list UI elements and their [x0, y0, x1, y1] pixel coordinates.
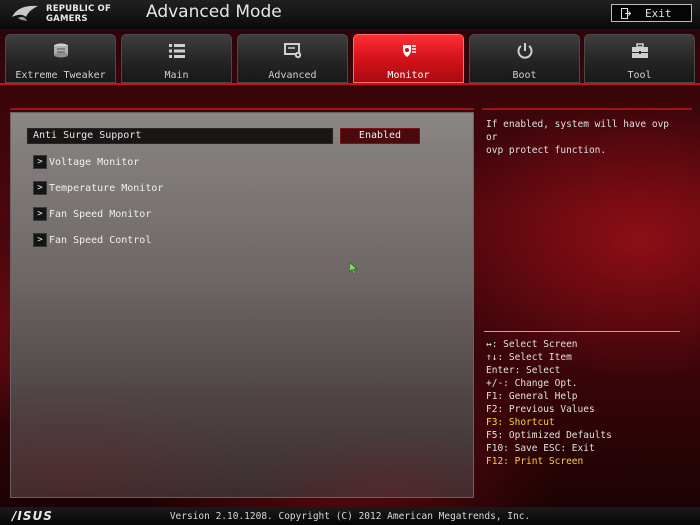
main-settings-panel [10, 112, 474, 498]
rog-brand-text: REPUBLIC OF GAMERS [46, 4, 111, 24]
exit-label: Exit [645, 6, 672, 20]
submenu-fan-speed-monitor[interactable]: > Fan Speed Monitor [33, 207, 151, 221]
monitor-gauge-icon [403, 45, 416, 57]
submenu-temperature-monitor[interactable]: > Temperature Monitor [33, 181, 163, 195]
tab-underline [0, 83, 700, 85]
tab-tool[interactable]: Tool [584, 34, 695, 83]
page-title: Advanced Mode [146, 2, 282, 22]
chevron-right-icon: > [33, 181, 47, 195]
exit-button[interactable]: Exit [611, 4, 692, 22]
help-line: ovp protect function. [486, 145, 607, 156]
tab-monitor[interactable]: Monitor [353, 34, 464, 83]
tab-label: Boot [512, 70, 537, 81]
tab-label: Monitor [387, 70, 430, 81]
copyright-text: Version 2.10.1208. Copyright (C) 2012 Am… [169, 511, 531, 522]
anti-surge-label: Anti Surge Support [33, 130, 142, 141]
key-hint: F10: Save ESC: Exit [486, 443, 595, 454]
tab-advanced[interactable]: Advanced [237, 34, 348, 83]
brand-line-2: GAMERS [46, 14, 88, 24]
key-hint-shortcut[interactable]: F3: Shortcut [486, 416, 686, 429]
tab-label: Extreme Tweaker [15, 70, 106, 81]
help-panel-divider [482, 108, 692, 110]
help-line: If enabled, system will have ovp or [486, 119, 670, 143]
power-icon [517, 43, 533, 59]
list-icon [169, 44, 185, 58]
submenu-fan-speed-control[interactable]: > Fan Speed Control [33, 233, 151, 247]
key-hint: ↑↓: Select Item [486, 352, 572, 363]
exit-door-icon [621, 7, 631, 19]
advanced-settings-icon [284, 43, 302, 59]
key-hint: +/-: Change Opt. [486, 378, 578, 389]
chevron-right-icon: > [33, 233, 47, 247]
submenu-label: Voltage Monitor [49, 156, 140, 168]
tab-label: Main [164, 70, 189, 81]
key-hint: F2: Previous Values [486, 404, 595, 415]
chevron-right-icon: > [33, 207, 47, 221]
chevron-right-icon: > [33, 155, 47, 169]
submenu-label: Fan Speed Control [49, 234, 152, 246]
submenu-label: Fan Speed Monitor [49, 208, 152, 220]
tab-boot[interactable]: Boot [469, 34, 580, 83]
anti-surge-support-row[interactable]: Anti Surge Support [27, 128, 333, 144]
tab-label: Tool [627, 70, 652, 81]
key-hint: ↔: Select Screen [486, 339, 578, 350]
key-hint: Enter: Select [486, 365, 561, 376]
submenu-voltage-monitor[interactable]: > Voltage Monitor [33, 155, 139, 169]
cpu-icon [54, 43, 68, 58]
tab-label: Advanced [268, 70, 317, 81]
key-legend: ↔: Select Screen ↑↓: Select Item Enter: … [486, 338, 686, 468]
help-description: If enabled, system will have ovp or ovp … [486, 118, 686, 157]
key-hint: F5: Optimized Defaults [486, 430, 612, 441]
main-panel-divider [10, 108, 474, 110]
submenu-label: Temperature Monitor [49, 182, 164, 194]
tab-main[interactable]: Main [121, 34, 232, 83]
anti-surge-value-button[interactable]: Enabled [340, 128, 420, 144]
brand-line-1: REPUBLIC OF [46, 4, 111, 14]
key-hint: F1: General Help [486, 391, 578, 402]
rog-eye-logo-icon [12, 5, 38, 21]
help-keys-divider [484, 331, 680, 332]
mouse-cursor-icon [349, 262, 358, 275]
key-hint-print-screen[interactable]: F12: Print Screen [486, 455, 686, 468]
toolbox-icon [632, 43, 648, 58]
tab-extreme-tweaker[interactable]: Extreme Tweaker [5, 34, 116, 83]
